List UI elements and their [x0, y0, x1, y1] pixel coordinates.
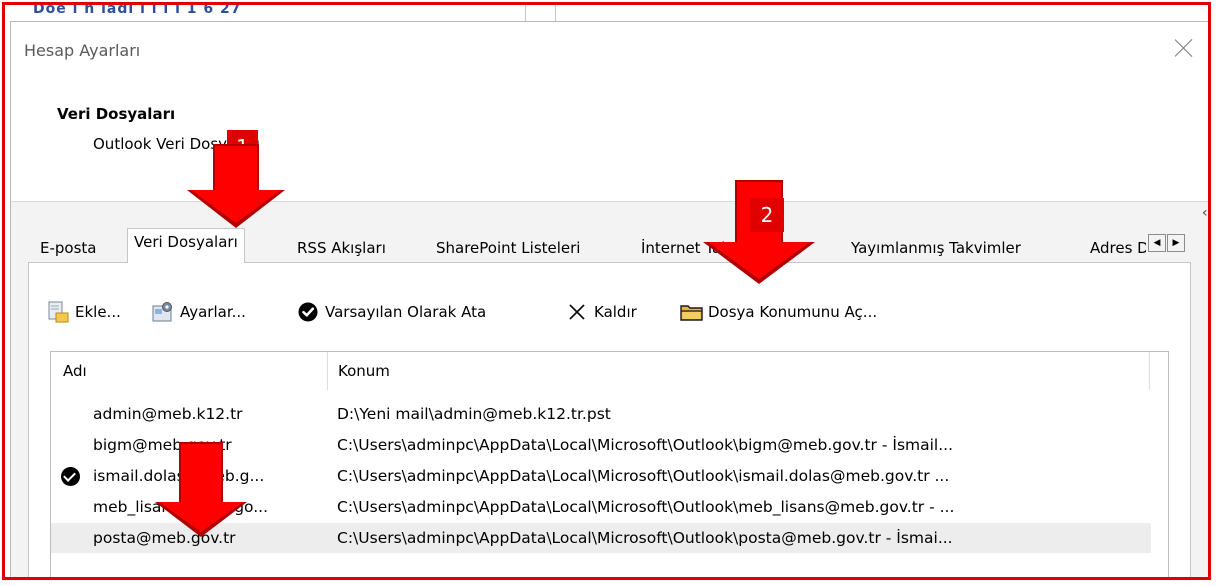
data-files-toolbar: Ekle... Ayarlar... Varsayılan Olarak Ata…: [47, 298, 1167, 326]
row-name: admin@meb.k12.tr: [93, 405, 243, 423]
tab-data-files[interactable]: Veri Dosyaları: [127, 228, 245, 263]
open-file-location-button[interactable]: Dosya Konumunu Aç...: [680, 298, 877, 326]
tab-scroll-right-icon[interactable]: ▶: [1167, 234, 1185, 252]
background-glyph: ‹: [1202, 205, 1208, 221]
folder-icon: [680, 301, 703, 323]
settings-icon: [152, 301, 174, 323]
close-icon[interactable]: [1170, 34, 1198, 62]
remove-button[interactable]: Kaldır: [566, 298, 637, 326]
settings-button[interactable]: Ayarlar...: [152, 298, 246, 326]
add-label: Ekle...: [75, 303, 121, 321]
set-default-label: Varsayılan Olarak Ata: [325, 303, 487, 321]
column-divider[interactable]: [1149, 352, 1150, 390]
tab-email[interactable]: E-posta: [34, 236, 102, 260]
tab-published-calendars[interactable]: Yayımlanmış Takvimler: [845, 236, 1027, 260]
annotation-frame: Doe i n ladi i i i i 1 6 27 Hesap Ayarla…: [2, 2, 1211, 580]
tab-strip: E-posta Veri Dosyaları RSS Akışları Shar…: [28, 228, 1188, 263]
set-default-button[interactable]: Varsayılan Olarak Ata: [297, 298, 486, 326]
dialog-titlebar: Hesap Ayarları: [11, 22, 1208, 80]
row-location: D:\Yeni mail\admin@meb.k12.tr.pst: [337, 405, 611, 423]
background-partial-text: Doe i n ladi i i i i 1 6 27: [33, 2, 242, 17]
header-title: Veri Dosyaları: [57, 105, 176, 123]
add-button[interactable]: Ekle...: [47, 298, 121, 326]
tab-sharepoint-lists[interactable]: SharePoint Listeleri: [430, 236, 586, 260]
column-header-name[interactable]: Adı: [63, 352, 87, 390]
table-row[interactable]: admin@meb.k12.tr D:\Yeni mail\admin@meb.…: [51, 399, 1151, 429]
dialog-header: Veri Dosyaları Outlook Veri Dosyaları: [11, 80, 1208, 201]
row-location: C:\Users\adminpc\AppData\Local\Microsoft…: [337, 529, 953, 547]
column-divider[interactable]: [327, 352, 328, 390]
step-2-badge: 2: [750, 198, 784, 232]
open-file-location-label: Dosya Konumunu Aç...: [708, 303, 878, 321]
row-location: C:\Users\adminpc\AppData\Local\Microsoft…: [337, 436, 954, 454]
default-checkmark-icon: [61, 467, 80, 486]
tab-address-books[interactable]: Adres Defterleri: [1084, 236, 1146, 260]
tab-rss-feeds[interactable]: RSS Akışları: [291, 236, 392, 260]
row-location: C:\Users\adminpc\AppData\Local\Microsoft…: [337, 498, 955, 516]
tab-scroll-left-icon[interactable]: ◀: [1148, 234, 1166, 252]
remove-label: Kaldır: [594, 303, 637, 321]
settings-label: Ayarlar...: [180, 303, 246, 321]
column-header-location[interactable]: Konum: [338, 352, 390, 390]
dialog-title: Hesap Ayarları: [24, 41, 141, 60]
row-location: C:\Users\adminpc\AppData\Local\Microsoft…: [337, 467, 950, 485]
add-file-icon: [47, 301, 69, 323]
close-x-icon: [566, 301, 588, 323]
checkmark-circle-icon: [297, 301, 319, 323]
